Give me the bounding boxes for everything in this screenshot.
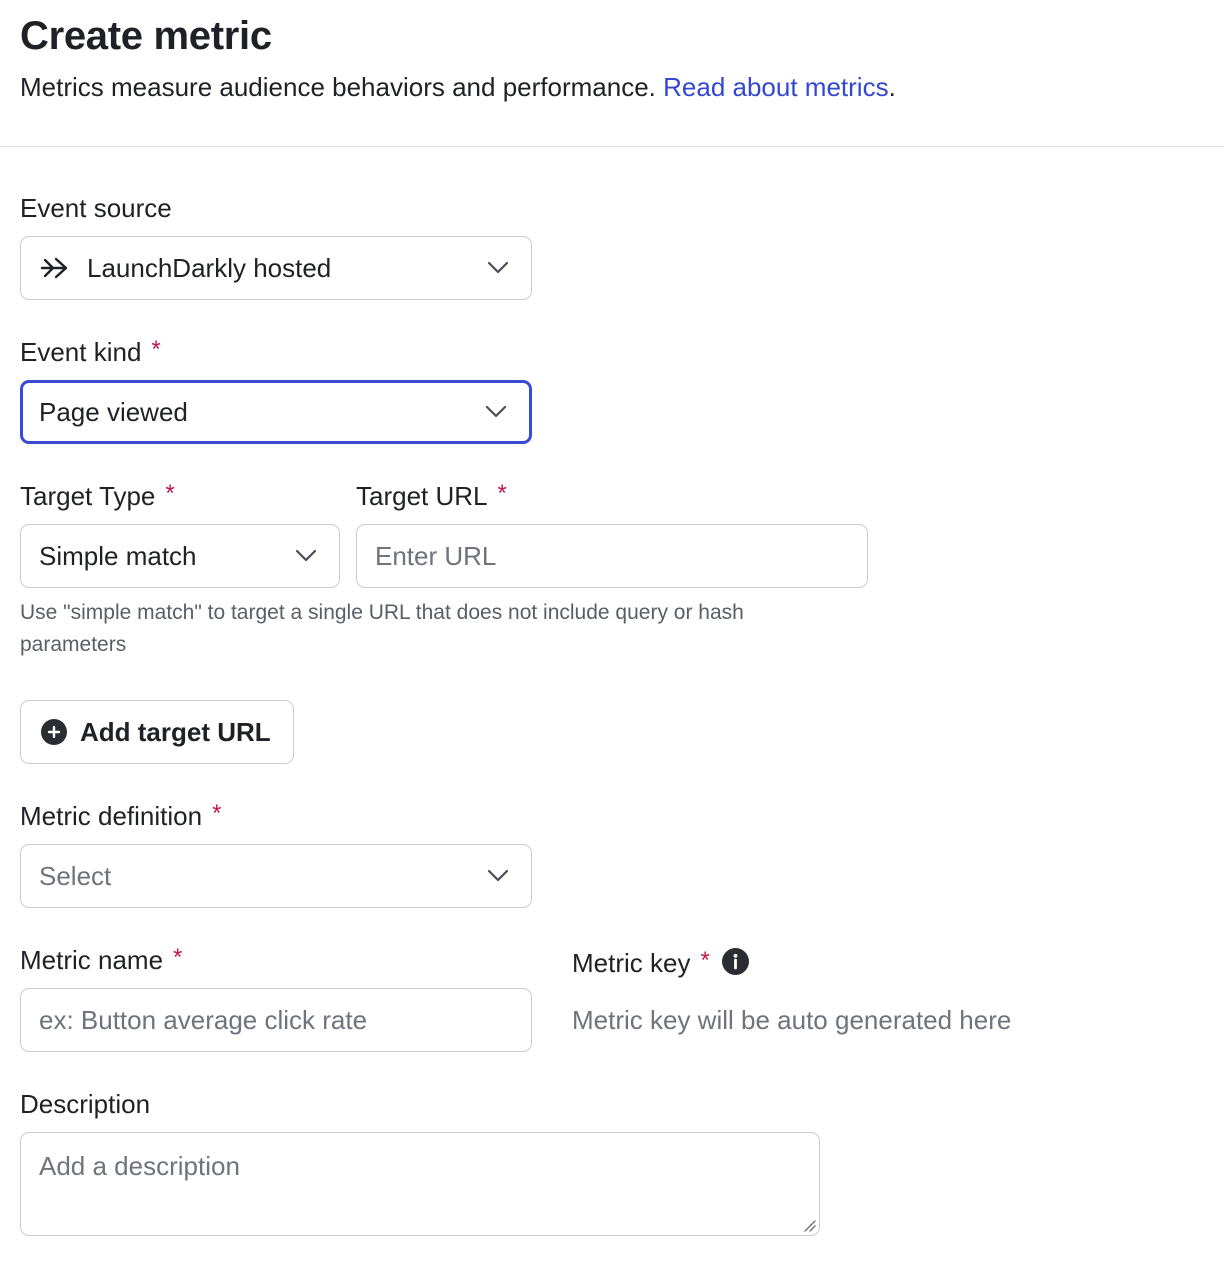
event-kind-label: Event kind * bbox=[20, 336, 161, 368]
metric-definition-select[interactable]: Select bbox=[20, 844, 532, 908]
target-type-label: Target Type * bbox=[20, 480, 175, 512]
target-url-label: Target URL * bbox=[356, 480, 507, 512]
target-url-label-text: Target URL bbox=[356, 481, 488, 511]
event-source-label-text: Event source bbox=[20, 193, 172, 223]
target-type-helper-text: Use "simple match" to target a single UR… bbox=[20, 601, 744, 656]
target-url-input[interactable]: Enter URL bbox=[356, 524, 868, 588]
event-source-value: LaunchDarkly hosted bbox=[87, 252, 332, 283]
event-kind-value: Page viewed bbox=[39, 396, 188, 427]
target-type-select[interactable]: Simple match bbox=[20, 524, 340, 588]
subtitle-period: . bbox=[888, 72, 896, 102]
info-icon[interactable] bbox=[721, 948, 749, 975]
page-subtitle: Metrics measure audience behaviors and p… bbox=[20, 72, 896, 103]
chevron-down-icon bbox=[487, 869, 509, 882]
event-source-select[interactable]: LaunchDarkly hosted bbox=[20, 236, 532, 300]
subtitle-text: Metrics measure audience behaviors and p… bbox=[20, 72, 656, 102]
required-asterisk: * bbox=[212, 800, 222, 827]
page-title: Create metric bbox=[20, 14, 272, 58]
arrow-right-icon bbox=[40, 257, 68, 279]
chevron-down-icon bbox=[487, 261, 509, 274]
target-type-label-text: Target Type bbox=[20, 481, 156, 511]
plus-circle-icon bbox=[41, 719, 67, 745]
metric-key-label: Metric key * bbox=[572, 945, 749, 979]
description-label-text: Description bbox=[20, 1089, 151, 1119]
metric-name-label-text: Metric name bbox=[20, 945, 164, 975]
metric-definition-label: Metric definition * bbox=[20, 800, 222, 832]
metric-name-placeholder: ex: Button average click rate bbox=[39, 1004, 368, 1035]
description-textarea[interactable]: Add a description bbox=[20, 1132, 820, 1236]
metric-key-autogen-text: Metric key will be auto generated here bbox=[572, 1005, 1012, 1035]
description-label: Description bbox=[20, 1089, 150, 1120]
metric-name-input[interactable]: ex: Button average click rate bbox=[20, 988, 532, 1052]
add-target-url-button[interactable]: Add target URL bbox=[20, 700, 294, 764]
target-url-placeholder: Enter URL bbox=[375, 540, 497, 571]
add-target-url-label: Add target URL bbox=[80, 716, 271, 747]
metric-key-label-text: Metric key bbox=[572, 948, 691, 978]
event-kind-select[interactable]: Page viewed bbox=[20, 380, 532, 444]
page-header: Create metric Metrics measure audience b… bbox=[0, 0, 1224, 147]
required-asterisk: * bbox=[165, 480, 175, 507]
metric-definition-placeholder: Select bbox=[39, 860, 112, 891]
required-asterisk: * bbox=[700, 947, 710, 974]
description-placeholder: Add a description bbox=[39, 1151, 240, 1181]
read-about-metrics-link[interactable]: Read about metrics bbox=[663, 72, 888, 102]
required-asterisk: * bbox=[151, 336, 161, 363]
metric-definition-label-text: Metric definition bbox=[20, 801, 203, 831]
required-asterisk: * bbox=[497, 480, 507, 507]
event-source-label: Event source bbox=[20, 193, 172, 224]
event-kind-label-text: Event kind bbox=[20, 337, 142, 367]
required-asterisk: * bbox=[173, 944, 183, 971]
resize-handle-icon[interactable] bbox=[802, 1218, 816, 1232]
metric-name-label: Metric name * bbox=[20, 944, 183, 976]
chevron-down-icon bbox=[295, 549, 317, 562]
target-type-value: Simple match bbox=[39, 540, 197, 571]
chevron-down-icon bbox=[485, 405, 507, 418]
